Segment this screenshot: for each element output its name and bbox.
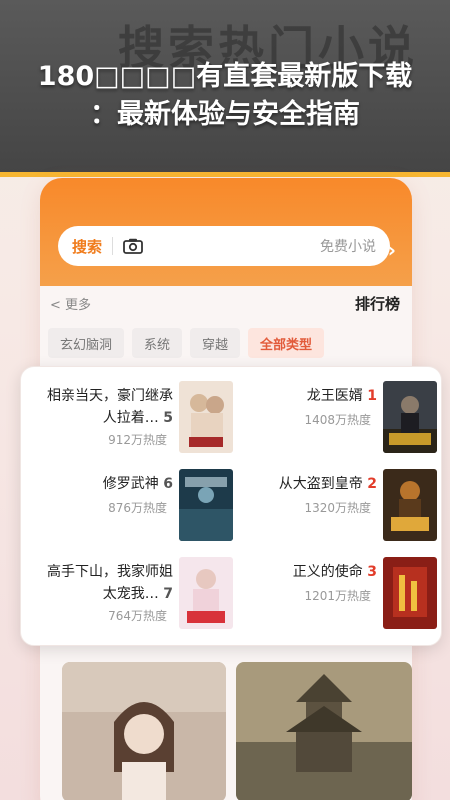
list-item[interactable]: 修罗武神 6 876万热度 — [33, 469, 233, 545]
book-title: 从大盗到皇帝 2 — [279, 473, 377, 495]
ranking-header: < 更多 排行榜 — [50, 290, 400, 316]
book-title-text: 修罗武神 — [102, 476, 159, 492]
book-heat: 764万热度 — [108, 609, 167, 623]
list-item[interactable]: 从大盗到皇帝 2 1320万热度 — [237, 469, 437, 545]
book-title-text: 正义的使命 — [292, 564, 363, 580]
book-title-text: 高手下山，我家师姐太宠我… — [47, 564, 173, 602]
chevron-right-icon[interactable]: › — [388, 238, 396, 262]
list-item[interactable]: 相亲当天，豪门继承人拉着… 5 912万热度 — [33, 381, 233, 457]
list-item[interactable]: 龙王医婿 1 1408万热度 — [237, 381, 437, 457]
book-heat: 1201万热度 — [304, 589, 371, 603]
more-link[interactable]: < 更多 — [50, 294, 91, 313]
book-title: 正义的使命 3 — [293, 561, 377, 583]
book-cover — [179, 469, 233, 541]
search-bar[interactable]: 搜索 免费小说 — [58, 226, 390, 266]
camera-icon[interactable] — [123, 238, 143, 254]
ranking-panel: 龙王医婿 1 1408万热度 从大盗到皇帝 2 1320万热度 正义的使命 3 … — [20, 366, 442, 646]
featured-image[interactable] — [236, 662, 412, 800]
book-cover — [179, 557, 233, 629]
banner-stripe — [0, 172, 450, 177]
rank-number: 5 — [163, 410, 173, 426]
book-title: 高手下山，我家师姐太宠我… 7 — [45, 561, 173, 605]
tab-xuanhuan[interactable]: 玄幻脑洞 — [48, 328, 125, 358]
featured-image[interactable] — [62, 662, 226, 800]
book-cover — [179, 381, 233, 453]
book-title-text: 龙王医婿 — [306, 388, 363, 404]
search-divider — [112, 237, 114, 255]
search-button[interactable]: 搜索 — [72, 236, 102, 257]
rank-number: 1 — [367, 388, 377, 404]
category-tabs: 玄幻脑洞 系统 穿越 全部类型 — [40, 328, 412, 360]
book-heat: 1408万热度 — [304, 413, 371, 427]
book-cover — [383, 557, 437, 629]
list-item[interactable]: 正义的使命 3 1201万热度 — [237, 557, 437, 633]
list-item[interactable]: 高手下山，我家师姐太宠我… 7 764万热度 — [33, 557, 233, 633]
book-heat: 912万热度 — [108, 433, 167, 447]
book-heat: 1320万热度 — [304, 501, 371, 515]
promo-banner: 搜索热门小说 180□□□□有直套最新版下载 ：最新体验与安全指南 — [0, 0, 450, 172]
book-title: 相亲当天，豪门继承人拉着… 5 — [45, 385, 173, 429]
book-heat: 876万热度 — [108, 501, 167, 515]
ranking-title: 排行榜 — [354, 294, 400, 313]
book-cover — [383, 469, 437, 541]
search-input[interactable]: 免费小说 — [320, 236, 376, 256]
tab-time-travel[interactable]: 穿越 — [190, 328, 241, 358]
banner-title-line2: ：最新体验与安全指南 — [90, 99, 360, 130]
rank-number: 6 — [163, 476, 173, 492]
banner-title-line1: 180□□□□有直套最新版下载 — [37, 61, 413, 92]
tab-system[interactable]: 系统 — [132, 328, 183, 358]
banner-title: 180□□□□有直套最新版下载 ：最新体验与安全指南 — [0, 58, 450, 134]
rank-number: 3 — [367, 564, 377, 580]
rank-number: 7 — [163, 586, 173, 602]
book-title-text: 相亲当天，豪门继承人拉着… — [47, 388, 173, 426]
book-title: 修罗武神 6 — [103, 473, 173, 495]
book-title: 龙王医婿 1 — [307, 385, 377, 407]
rank-number: 2 — [367, 476, 377, 492]
book-title-text: 从大盗到皇帝 — [278, 476, 363, 492]
tab-all-types[interactable]: 全部类型 — [248, 328, 325, 358]
book-cover — [383, 381, 437, 453]
